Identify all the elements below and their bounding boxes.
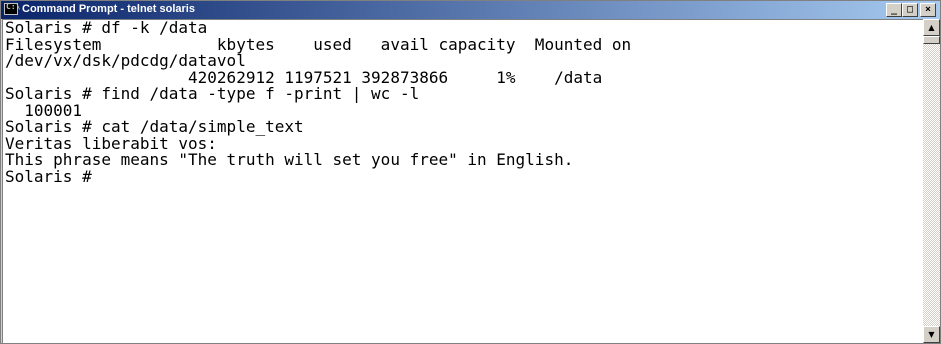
command-prompt-icon-text: C:\ <box>6 2 21 11</box>
console-line: This phrase means "The truth will set yo… <box>5 150 574 169</box>
command-prompt-icon[interactable]: C:\ <box>4 2 21 15</box>
window-title: Command Prompt - telnet solaris <box>22 3 195 15</box>
command-prompt-window: C:\ Command Prompt - telnet solaris _ □ … <box>0 0 941 344</box>
scroll-down-arrow-icon[interactable]: ▼ <box>923 326 940 343</box>
title-bar[interactable]: C:\ Command Prompt - telnet solaris _ □ … <box>1 1 940 19</box>
minimize-button[interactable]: _ <box>886 3 902 17</box>
console-line: Solaris # find /data -type f -print | wc… <box>5 84 420 103</box>
console-line: Solaris # <box>5 166 92 186</box>
scrollbar-thumb[interactable] <box>923 36 940 44</box>
console-output[interactable]: Solaris # df -k /data Filesystem kbytes … <box>2 19 923 343</box>
vertical-scrollbar[interactable]: ▲ ▼ <box>923 19 940 343</box>
close-button[interactable]: × <box>920 3 936 17</box>
scroll-up-arrow-icon[interactable]: ▲ <box>923 19 940 36</box>
maximize-button[interactable]: □ <box>902 3 918 17</box>
